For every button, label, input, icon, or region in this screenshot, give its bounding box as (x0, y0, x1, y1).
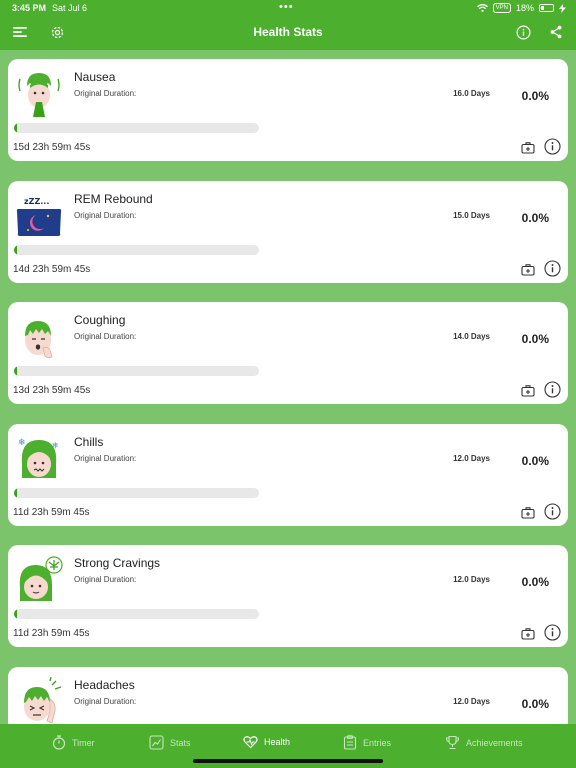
health-card-headaches[interactable]: Headaches Original Duration: 12.0 Days 0… (8, 667, 568, 724)
heart-icon (243, 736, 258, 749)
vpn-badge: VPN (492, 3, 511, 13)
info-icon[interactable] (544, 138, 561, 155)
first-aid-kit-icon[interactable] (521, 263, 535, 276)
original-duration-label: Original Duration: (74, 697, 137, 706)
health-card-chills[interactable]: ❄ ❄ Chills Original Duration: 12.0 Days … (8, 424, 568, 526)
health-stats-list[interactable]: Nausea Original Duration: 16.0 Days 0.0%… (0, 50, 576, 724)
first-aid-kit-icon[interactable] (521, 506, 535, 519)
info-icon[interactable] (544, 260, 561, 277)
clipboard-icon (343, 735, 357, 750)
tab-entries[interactable]: Entries (343, 735, 391, 750)
progress-fill (14, 488, 17, 498)
progress-bar (14, 123, 259, 133)
progress-percent: 0.0% (521, 454, 549, 468)
craving-face-illustration (19, 556, 63, 601)
health-card-strong-cravings[interactable]: Strong Cravings Original Duration: 12.0 … (8, 545, 568, 647)
symptom-name: Nausea (74, 70, 116, 84)
progress-percent: 0.0% (521, 211, 549, 225)
wifi-icon (476, 4, 488, 12)
progress-bar (14, 609, 259, 619)
trophy-icon (445, 735, 460, 750)
duration-days: 14.0 Days (453, 332, 490, 341)
progress-fill (14, 609, 17, 619)
progress-fill (14, 123, 17, 133)
top-bar: 3:45 PM Sat Jul 6 ••• VPN 18% Health Sta… (0, 0, 576, 50)
health-card-rem-rebound[interactable]: zZZ... REM Rebound Original Duration: 15… (8, 181, 568, 283)
pillow-moon-illustration: zZZ... (16, 197, 62, 236)
tab-label: Stats (170, 737, 191, 748)
progress-bar (14, 366, 259, 376)
duration-days: 15.0 Days (453, 211, 490, 220)
home-indicator[interactable] (193, 759, 383, 763)
symptom-name: Headaches (74, 678, 135, 692)
status-right: VPN 18% (476, 3, 566, 13)
progress-fill (14, 366, 17, 376)
time-remaining: 15d 23h 59m 45s (13, 142, 91, 153)
progress-fill (14, 245, 17, 255)
time-remaining: 14d 23h 59m 45s (13, 264, 91, 275)
progress-percent: 0.0% (521, 89, 549, 103)
info-icon[interactable] (544, 624, 561, 641)
info-icon[interactable] (514, 24, 532, 40)
original-duration-label: Original Duration: (74, 332, 137, 341)
symptom-name: Chills (74, 435, 104, 449)
duration-days: 12.0 Days (453, 575, 490, 584)
original-duration-label: Original Duration: (74, 454, 137, 463)
progress-bar (14, 245, 259, 255)
tab-stats[interactable]: Stats (149, 735, 191, 750)
battery-percent: 18% (515, 3, 534, 13)
status-time: 3:45 PM (12, 3, 47, 13)
chart-icon (149, 735, 164, 750)
first-aid-kit-icon[interactable] (521, 141, 535, 154)
status-date: Sat Jul 6 (52, 3, 88, 13)
coughing-face-illustration (25, 321, 53, 359)
share-icon[interactable] (547, 24, 565, 40)
symptom-name: Coughing (74, 313, 126, 327)
chills-face-illustration: ❄ ❄ (18, 438, 59, 478)
first-aid-kit-icon[interactable] (521, 627, 535, 640)
stopwatch-icon (52, 735, 66, 750)
duration-days: 16.0 Days (453, 89, 490, 98)
original-duration-label: Original Duration: (74, 89, 137, 98)
tab-timer[interactable]: Timer (52, 735, 95, 750)
nausea-face-illustration (18, 73, 60, 117)
original-duration-label: Original Duration: (74, 575, 137, 584)
progress-bar (14, 488, 259, 498)
progress-percent: 0.0% (521, 697, 549, 711)
info-icon[interactable] (544, 503, 561, 520)
progress-percent: 0.0% (521, 575, 549, 589)
symptom-name: REM Rebound (74, 192, 153, 206)
health-card-coughing[interactable]: Coughing Original Duration: 14.0 Days 0.… (8, 302, 568, 404)
progress-percent: 0.0% (521, 332, 549, 346)
status-bar: 3:45 PM Sat Jul 6 ••• VPN 18% (0, 2, 576, 15)
headache-face-illustration (24, 677, 62, 724)
duration-days: 12.0 Days (453, 454, 490, 463)
battery-icon (539, 4, 554, 12)
tab-label: Health (264, 737, 291, 747)
time-remaining: 13d 23h 59m 45s (13, 385, 91, 396)
time-remaining: 11d 23h 59m 45s (13, 507, 90, 518)
svg-text:❄: ❄ (18, 438, 26, 448)
time-remaining: 11d 23h 59m 45s (13, 628, 90, 639)
tab-health[interactable]: Health (243, 735, 290, 749)
svg-text:zZZ...: zZZ... (24, 197, 49, 206)
tab-label: Timer (72, 737, 95, 748)
multitask-dots-icon[interactable]: ••• (279, 2, 294, 13)
duration-days: 12.0 Days (453, 697, 490, 706)
original-duration-label: Original Duration: (74, 211, 137, 220)
health-card-nausea[interactable]: Nausea Original Duration: 16.0 Days 0.0%… (8, 59, 568, 161)
symptom-name: Strong Cravings (74, 556, 161, 570)
info-icon[interactable] (544, 381, 561, 398)
tab-label: Achievements (466, 737, 523, 748)
svg-text:❄: ❄ (52, 441, 59, 450)
page-title: Health Stats (253, 25, 323, 39)
charging-bolt-icon (559, 3, 566, 13)
tab-label: Entries (363, 737, 392, 748)
first-aid-kit-icon[interactable] (521, 384, 535, 397)
tab-achievements[interactable]: Achievements (445, 735, 523, 750)
